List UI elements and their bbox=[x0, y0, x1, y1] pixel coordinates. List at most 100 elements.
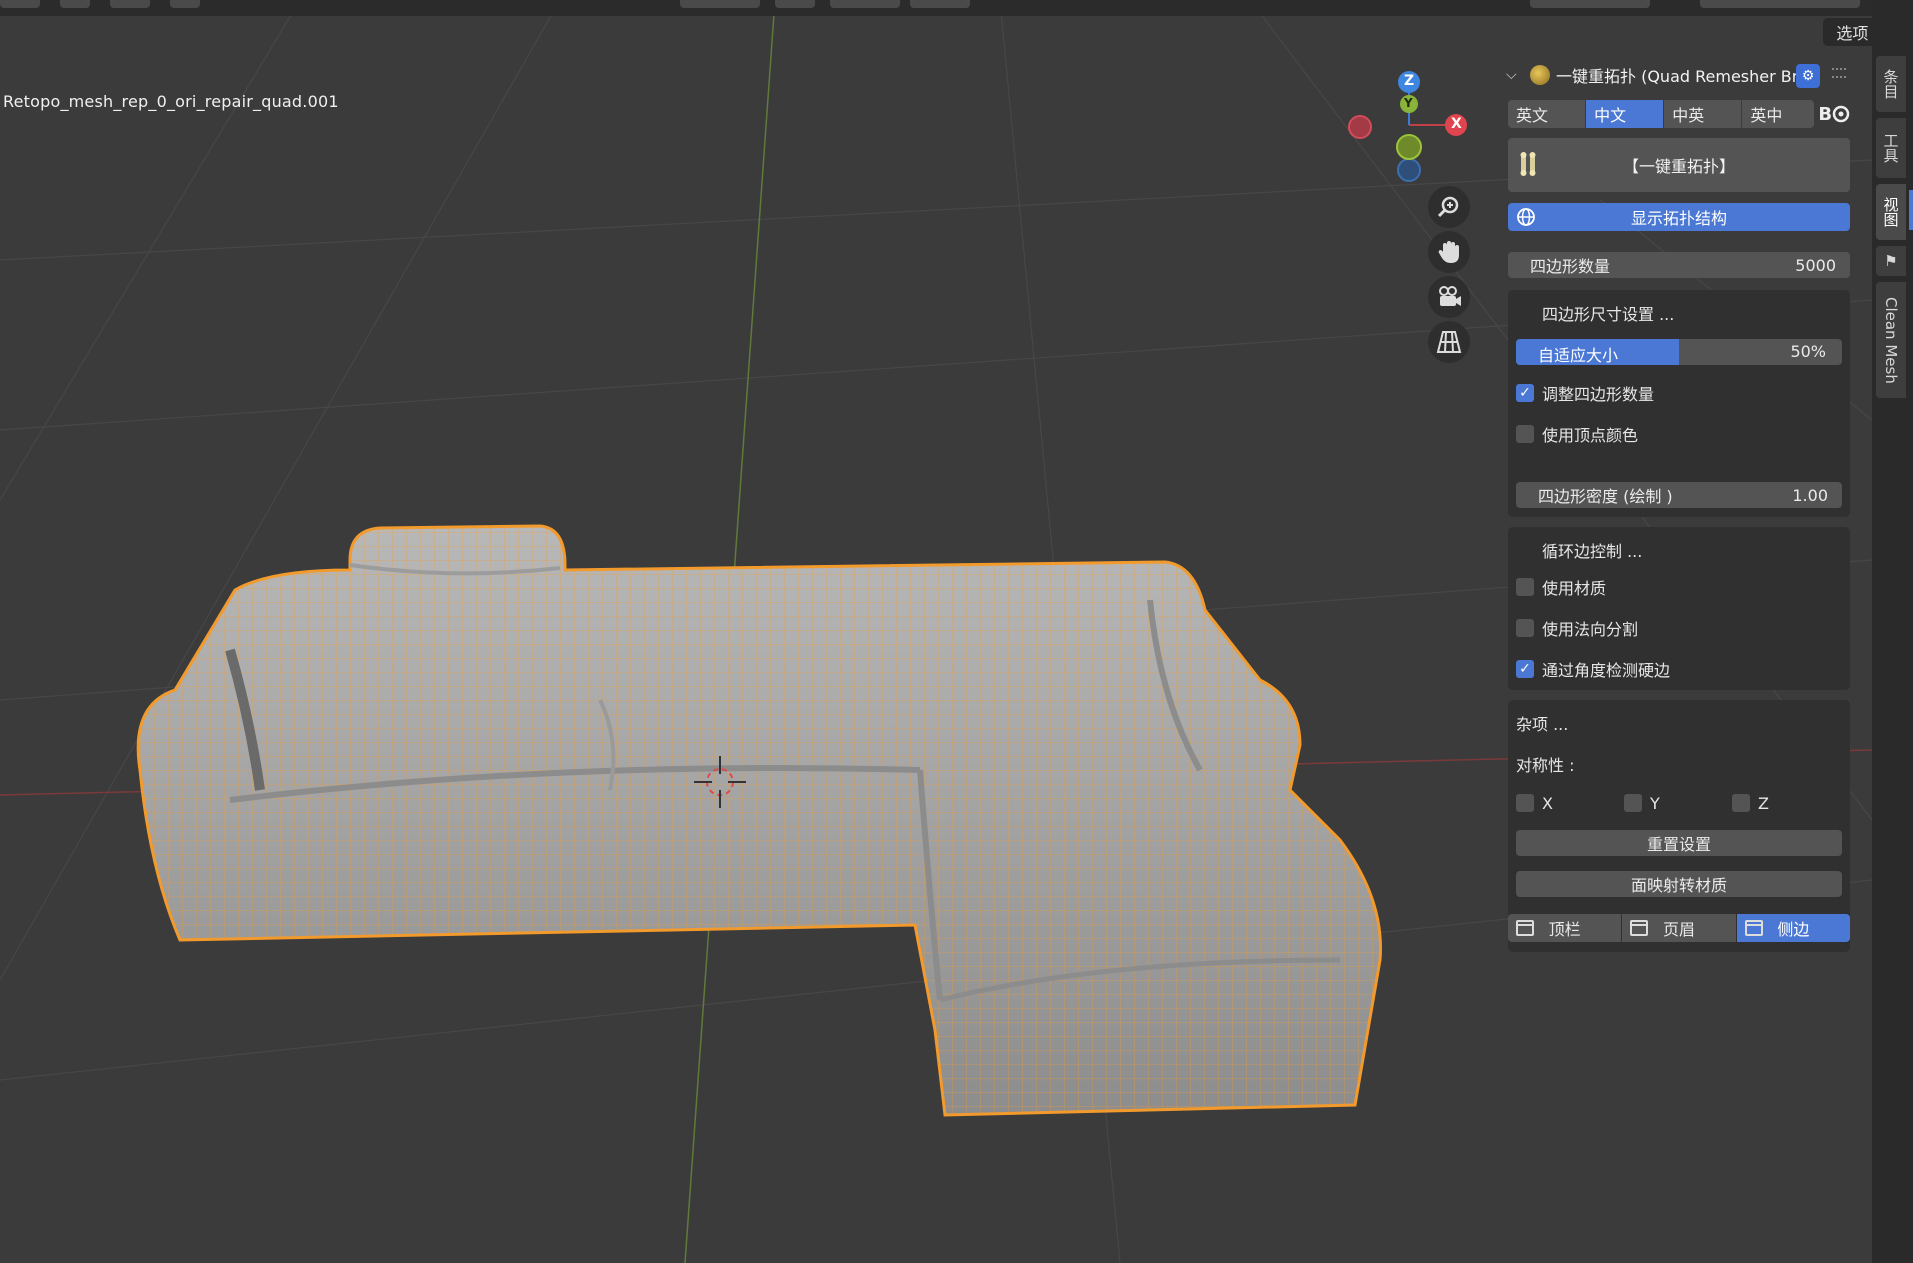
panel-title: 一键重拓扑 (Quad Remesher Bri bbox=[1556, 67, 1803, 86]
edge-loops-section: 循环边控制 ... 使用材质 使用法向分割 ✓ 通过角度检测硬边 bbox=[1508, 527, 1850, 690]
use-vertex-color-label: 使用顶点颜色 bbox=[1542, 426, 1639, 445]
gizmo-y-label: Y bbox=[1404, 96, 1413, 110]
checkbox-icon[interactable]: ✓ bbox=[1516, 384, 1534, 402]
camera-icon bbox=[1439, 286, 1461, 306]
3d-viewport[interactable]: X Z Y Retopo_mesh_rep_0_ori_repair_quad.… bbox=[0, 0, 1872, 1263]
adaptive-size-slider[interactable]: 自适应大小 50% bbox=[1516, 339, 1842, 365]
blender-logo: B bbox=[1815, 100, 1854, 128]
symmetry-label: 对称性 : bbox=[1516, 756, 1575, 775]
sidebar-tab-label: 工具 bbox=[1881, 133, 1900, 163]
quad-density-field[interactable]: 四边形密度 (绘制 ) 1.00 bbox=[1516, 482, 1842, 508]
adaptive-size-value: 50% bbox=[1790, 342, 1826, 361]
zoom-icon bbox=[1437, 196, 1459, 218]
use-materials-checkbox[interactable]: 使用材质 bbox=[1516, 576, 1606, 598]
zoom-button[interactable] bbox=[1428, 186, 1470, 228]
lang-tab-label: 英中 bbox=[1750, 106, 1783, 125]
chevron-down-icon[interactable]: ⌵ bbox=[1506, 67, 1524, 83]
sidebar-window-icon bbox=[1744, 920, 1763, 936]
bones-icon bbox=[1520, 152, 1536, 176]
header-strip bbox=[0, 0, 1872, 16]
sidebar-tab-item[interactable]: 条目 bbox=[1876, 56, 1906, 112]
drag-grip-icon[interactable] bbox=[1832, 68, 1846, 78]
gizmo-z-label: Z bbox=[1404, 73, 1415, 89]
use-materials-label: 使用材质 bbox=[1542, 579, 1607, 598]
symmetry-z-label: Z bbox=[1758, 793, 1769, 813]
sidebar-tab-clean-mesh[interactable]: Clean Mesh bbox=[1876, 282, 1906, 398]
location-tab-topbar[interactable]: 顶栏 bbox=[1508, 914, 1622, 942]
active-object-name: Retopo_mesh_rep_0_ori_repair_quad.001 bbox=[3, 92, 339, 111]
lang-tab-label: 英文 bbox=[1516, 106, 1549, 125]
use-normals-split-label: 使用法向分割 bbox=[1542, 620, 1639, 639]
detect-hard-edges-checkbox[interactable]: ✓ 通过角度检测硬边 bbox=[1516, 658, 1670, 680]
quad-size-section: 四边形尺寸设置 ... 自适应大小 50% ✓ 调整四边形数量 使用顶点颜色 四… bbox=[1508, 290, 1850, 517]
lang-tab-label: 中英 bbox=[1672, 106, 1705, 125]
checkbox-icon[interactable]: ✓ bbox=[1516, 660, 1534, 678]
sidebar-tab-view[interactable]: 视图 bbox=[1876, 184, 1906, 240]
reset-settings-button[interactable]: 重置设置 bbox=[1516, 830, 1842, 856]
sidebar-tab-strip: 条目 工具 视图 ⚑ Clean Mesh bbox=[1872, 0, 1913, 1263]
edge-loops-title[interactable]: 循环边控制 ... bbox=[1542, 538, 1642, 562]
lang-tab-label: 中文 bbox=[1594, 106, 1627, 125]
use-normals-split-checkbox[interactable]: 使用法向分割 bbox=[1516, 617, 1638, 639]
gizmo-x-label: X bbox=[1451, 116, 1462, 132]
quad-density-value: 1.00 bbox=[1792, 485, 1828, 505]
use-vertex-color-checkbox[interactable]: 使用顶点颜色 bbox=[1516, 423, 1638, 445]
panel-location-tabs: 顶栏 页眉 侧边 bbox=[1508, 914, 1850, 942]
quad-count-label: 四边形数量 bbox=[1530, 257, 1611, 276]
perspective-grid-icon bbox=[1436, 331, 1462, 353]
window-icon bbox=[1516, 920, 1534, 936]
quad-density-label: 四边形密度 (绘制 ) bbox=[1538, 487, 1673, 506]
show-topology-button[interactable]: 显示拓扑结构 bbox=[1508, 203, 1850, 231]
panel-header[interactable]: ⌵ 一键重拓扑 (Quad Remesher Bri ) ⚙ bbox=[1502, 58, 1852, 92]
adjust-quad-count-checkbox[interactable]: ✓ 调整四边形数量 bbox=[1516, 382, 1654, 404]
lang-tab-chinese[interactable]: 中文 bbox=[1586, 100, 1664, 128]
checkbox-icon[interactable] bbox=[1516, 425, 1534, 443]
blender-logo-icon bbox=[1832, 105, 1850, 123]
sofa-mesh bbox=[136, 524, 1382, 1117]
checkbox-icon[interactable] bbox=[1624, 794, 1642, 812]
checkbox-icon[interactable] bbox=[1516, 794, 1534, 812]
globe-icon bbox=[1517, 208, 1535, 226]
quad-count-field[interactable]: 四边形数量 5000 bbox=[1508, 252, 1850, 278]
detect-hard-edges-label: 通过角度检测硬边 bbox=[1542, 661, 1671, 680]
flag-icon: ⚑ bbox=[1882, 252, 1900, 270]
location-tab-sidebar[interactable]: 侧边 bbox=[1736, 914, 1850, 942]
lang-tab-en-cn[interactable]: 英中 bbox=[1742, 100, 1814, 128]
camera-view-button[interactable] bbox=[1428, 276, 1470, 318]
quad-size-title[interactable]: 四边形尺寸设置 ... bbox=[1542, 301, 1674, 325]
checkbox-icon[interactable] bbox=[1516, 619, 1534, 637]
symmetry-x-checkbox[interactable]: X bbox=[1516, 792, 1553, 814]
remesh-button[interactable]: 【一键重拓扑】 bbox=[1508, 138, 1850, 192]
sidebar-tab-tool[interactable]: 工具 bbox=[1876, 118, 1906, 178]
symmetry-y-label: Y bbox=[1650, 793, 1660, 813]
symmetry-z-checkbox[interactable]: Z bbox=[1732, 792, 1769, 814]
lang-tab-cn-en[interactable]: 中英 bbox=[1664, 100, 1742, 128]
quad-remesher-panel: ⌵ 一键重拓扑 (Quad Remesher Bri ) ⚙ 英文 中文 中英 … bbox=[1502, 52, 1852, 952]
symmetry-x-label: X bbox=[1542, 793, 1553, 813]
window-icon bbox=[1630, 920, 1649, 936]
language-selector: 英文 中文 中英 英中 B bbox=[1508, 100, 1854, 128]
pan-button[interactable] bbox=[1428, 231, 1470, 273]
lang-tab-english[interactable]: 英文 bbox=[1508, 100, 1586, 128]
sidebar-tab-label: 条目 bbox=[1881, 69, 1900, 99]
gear-icon[interactable]: ⚙ bbox=[1796, 64, 1820, 88]
location-tab-header[interactable]: 页眉 bbox=[1622, 914, 1736, 942]
checkbox-icon[interactable] bbox=[1516, 578, 1534, 596]
perspective-toggle-button[interactable] bbox=[1428, 321, 1470, 363]
symmetry-y-checkbox[interactable]: Y bbox=[1624, 792, 1660, 814]
misc-title[interactable]: 杂项 ... bbox=[1516, 711, 1568, 735]
location-tab-label: 侧边 bbox=[1777, 920, 1810, 939]
options-dropdown[interactable]: 选项 ⌄ bbox=[1823, 18, 1872, 46]
active-tab-indicator bbox=[1909, 190, 1913, 230]
quad-count-value: 5000 bbox=[1795, 255, 1836, 275]
sidebar-tab-label: Clean Mesh bbox=[1882, 296, 1900, 384]
remesh-button-label: 【一键重拓扑】 bbox=[1622, 157, 1735, 176]
sidebar-tab-label: 视图 bbox=[1881, 197, 1900, 227]
hand-pan-icon bbox=[1438, 241, 1459, 263]
reset-settings-label: 重置设置 bbox=[1646, 835, 1711, 854]
map-material-button[interactable]: 面映射转材质 bbox=[1516, 871, 1842, 897]
sidebar-tab-flag[interactable]: ⚑ bbox=[1876, 246, 1906, 276]
adjust-quad-count-label: 调整四边形数量 bbox=[1542, 385, 1655, 404]
checkbox-icon[interactable] bbox=[1732, 794, 1750, 812]
map-material-label: 面映射转材质 bbox=[1630, 876, 1727, 895]
